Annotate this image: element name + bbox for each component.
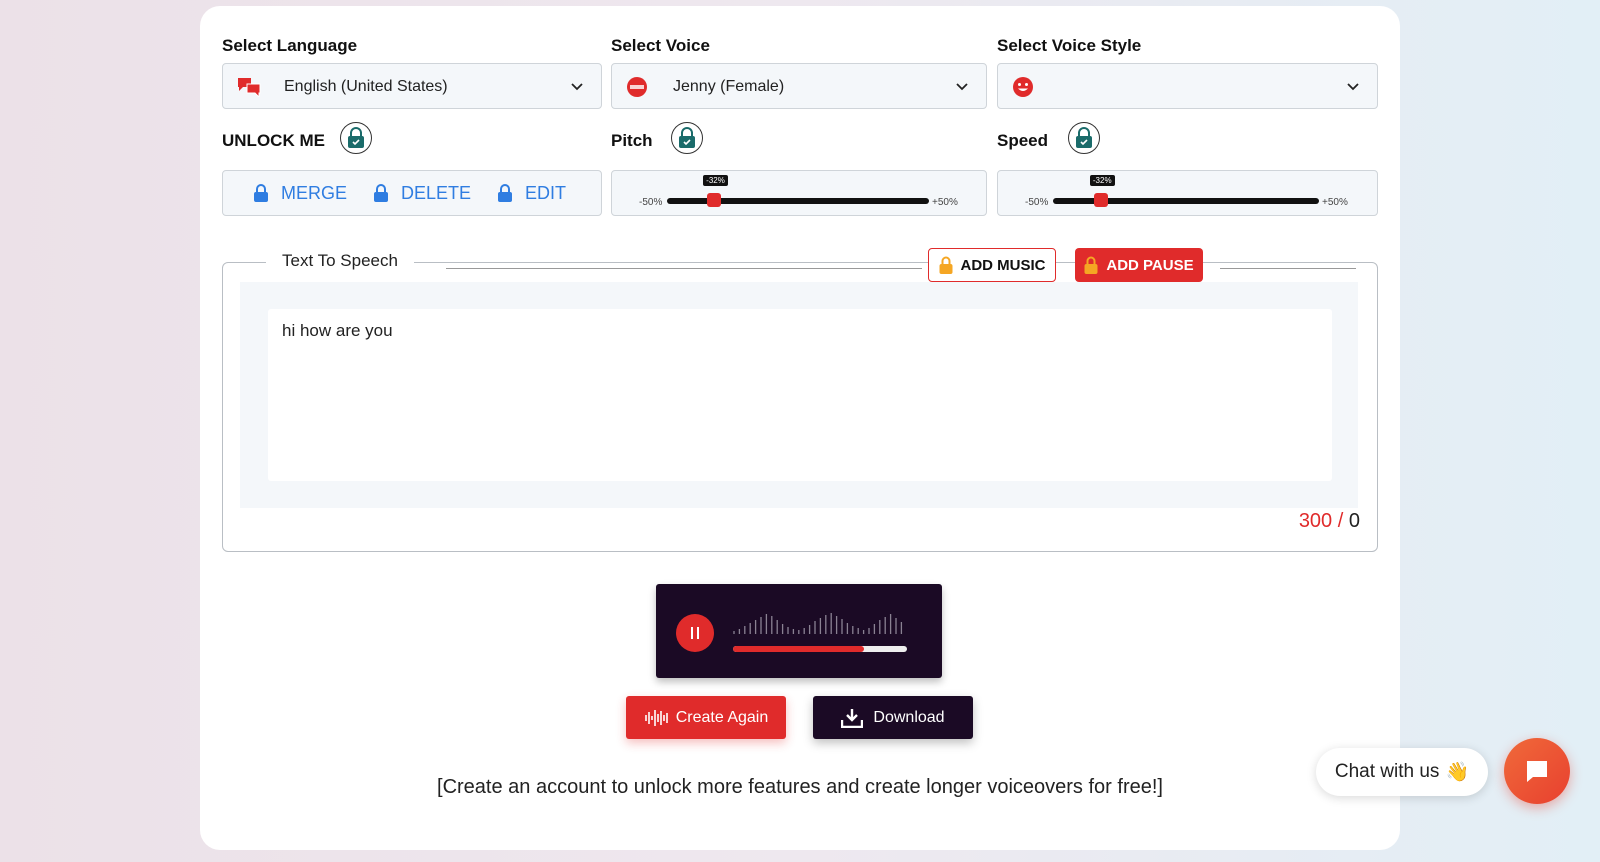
voice-style-label: Select Voice Style: [997, 36, 1142, 55]
chevron-down-icon: [956, 83, 968, 91]
pitch-value-bubble: -32%: [703, 175, 728, 186]
signup-note: [Create an account to unlock more featur…: [437, 776, 1163, 798]
lock-icon: [498, 184, 513, 202]
audio-player: [656, 584, 942, 678]
speed-slider[interactable]: -50% -32% +50%: [997, 170, 1378, 216]
tts-textarea[interactable]: hi how are you: [268, 309, 1332, 481]
progress-bar[interactable]: [733, 646, 907, 652]
edit-label: EDIT: [525, 182, 567, 203]
pitch-thumb[interactable]: [707, 193, 722, 207]
lock-icon: [374, 184, 389, 202]
chat-bubbles-icon: [237, 77, 261, 102]
voice-label: Select Voice: [611, 36, 710, 55]
lock-icon: [1084, 256, 1098, 274]
speed-thumb[interactable]: [1093, 193, 1108, 207]
padlock-icon: [679, 127, 695, 148]
download-button[interactable]: Download: [813, 696, 973, 739]
merge-button[interactable]: MERGE: [253, 183, 347, 204]
speed-max-label: +50%: [1322, 197, 1348, 208]
add-pause-label: ADD PAUSE: [1106, 256, 1194, 274]
soundwave-icon: [644, 709, 668, 726]
char-counter: 300 / 0: [1299, 510, 1360, 533]
lock-icon: [254, 184, 268, 202]
speed-track[interactable]: [1053, 198, 1319, 204]
tts-legend: Text To Speech: [266, 251, 414, 271]
voice-select[interactable]: Jenny (Female): [611, 63, 987, 109]
merge-label: MERGE: [281, 182, 348, 203]
pause-button[interactable]: [676, 614, 714, 652]
chat-with-us-pill[interactable]: Chat with us 👋: [1316, 748, 1488, 796]
padlock-icon: [348, 127, 364, 148]
progress-fill: [733, 646, 864, 652]
char-count: 0: [1348, 510, 1360, 532]
delete-button[interactable]: DELETE: [373, 183, 471, 204]
legend-divider: [446, 268, 922, 269]
language-value: English (United States): [284, 78, 448, 95]
speed-value-bubble: -32%: [1089, 175, 1115, 186]
waving-hand-icon: 👋: [1445, 762, 1470, 783]
chat-label: Chat with us: [1334, 761, 1440, 782]
unlock-actions: MERGE DELETE EDIT: [222, 170, 602, 216]
legend-divider: [1220, 268, 1356, 269]
unlock-lock-button[interactable]: [340, 122, 372, 154]
waveform-icon: [733, 613, 903, 634]
chat-launcher-button[interactable]: [1504, 738, 1570, 804]
delete-label: DELETE: [401, 182, 472, 203]
chevron-down-icon: [1347, 83, 1359, 91]
char-separator: /: [1337, 510, 1344, 532]
pitch-lock-button[interactable]: [671, 122, 703, 154]
language-select[interactable]: English (United States): [222, 63, 602, 109]
pitch-label: Pitch: [611, 131, 653, 150]
speed-label: Speed: [997, 131, 1049, 150]
pitch-max-label: +50%: [932, 197, 958, 208]
speed-min-label: -50%: [1025, 197, 1049, 208]
add-music-label: ADD MUSIC: [960, 256, 1046, 274]
voice-value: Jenny (Female): [673, 78, 785, 95]
main-card: Select Language English (United States) …: [200, 6, 1400, 850]
char-limit: 300: [1298, 510, 1333, 532]
lock-icon: [939, 256, 952, 274]
chat-icon: [1527, 761, 1547, 782]
add-pause-button[interactable]: ADD PAUSE: [1075, 248, 1203, 282]
create-again-label: Create Again: [675, 708, 769, 726]
padlock-icon: [1076, 127, 1092, 148]
download-label: Download: [873, 708, 945, 726]
voice-avatar-icon: [626, 76, 648, 103]
chevron-down-icon: [571, 83, 583, 91]
pause-icon: [691, 627, 699, 639]
pitch-slider[interactable]: -50% -32% +50%: [611, 170, 987, 216]
edit-button[interactable]: EDIT: [497, 183, 566, 204]
speed-lock-button[interactable]: [1068, 122, 1100, 154]
language-label: Select Language: [222, 36, 358, 55]
unlock-label: UNLOCK ME: [222, 131, 325, 150]
add-music-button[interactable]: ADD MUSIC: [928, 248, 1056, 282]
create-again-button[interactable]: Create Again: [626, 696, 786, 739]
smiley-icon: [1012, 76, 1034, 103]
download-icon: [841, 708, 864, 728]
voice-style-select[interactable]: [997, 63, 1378, 109]
pitch-min-label: -50%: [639, 197, 663, 208]
